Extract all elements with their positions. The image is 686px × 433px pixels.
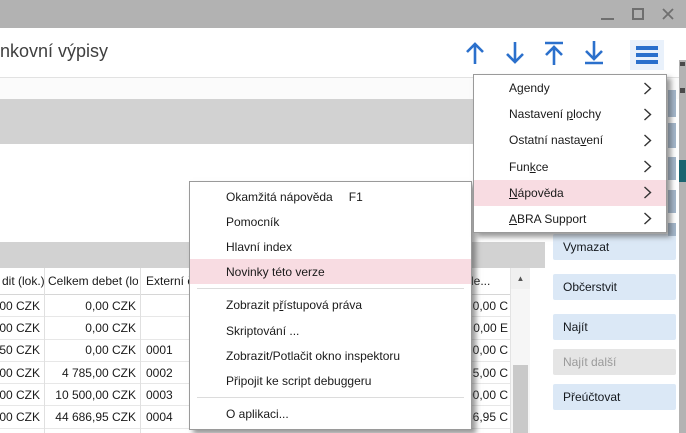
- najit-button[interactable]: Najít: [553, 314, 676, 340]
- minimize-icon[interactable]: [599, 6, 616, 23]
- menu-separator: [190, 393, 471, 402]
- window-titlebar: [0, 0, 686, 28]
- edge-teal-marker: [679, 160, 686, 182]
- menu-item-zobrazit-pristupova-prava[interactable]: Zobrazit přístupová práva: [190, 293, 471, 318]
- column-header[interactable]: dit (lok.): [2, 268, 44, 294]
- menu-item-funkce[interactable]: Funkce: [474, 154, 666, 180]
- cell-debit: 10 500,00 CZK: [44, 384, 136, 405]
- menu-item-okamzita-napoveda[interactable]: Okamžitá nápověda F1: [190, 184, 471, 209]
- arrow-down-icon[interactable]: [502, 39, 528, 67]
- menu-item-skriptovani[interactable]: Skriptování ...: [190, 318, 471, 343]
- hidden-button-edge: [668, 157, 676, 180]
- cell-credit: 00 CZK: [0, 317, 40, 338]
- cell-credit: 00 CZK: [0, 406, 40, 427]
- scrollbar-thumb[interactable]: [513, 365, 528, 433]
- arrow-to-top-icon[interactable]: [541, 39, 567, 67]
- window-edge-strip: [679, 60, 686, 433]
- hidden-button-edge: [668, 223, 676, 236]
- preuctovat-button[interactable]: Přeúčtovat: [553, 384, 676, 410]
- cell-debit: 0,00 CZK: [44, 295, 136, 316]
- shortcut-label: F1: [349, 190, 363, 204]
- menu-item-abra-support[interactable]: ABRA Support: [474, 206, 666, 232]
- main-dropdown-menu: Agendy Nastavení plochy Ostatní nastaven…: [473, 74, 667, 233]
- table-scrollbar[interactable]: ▲: [510, 268, 530, 433]
- app-window: nkovní výpisy dit (lok.) Celkem debet (l…: [0, 0, 686, 433]
- hidden-button-edge: [668, 190, 676, 213]
- window-controls: [599, 0, 676, 28]
- menu-icon[interactable]: [630, 40, 664, 70]
- hidden-button-edge: [668, 123, 676, 148]
- chevron-right-icon: [643, 134, 652, 147]
- cell-credit: 00 CZK: [0, 295, 40, 316]
- collapsed-panel-band: [0, 99, 545, 144]
- menu-item-pomocnik[interactable]: Pomocník: [190, 209, 471, 234]
- menu-item-agendy[interactable]: Agendy: [474, 75, 666, 101]
- maximize-icon[interactable]: [629, 6, 646, 23]
- chevron-right-icon: [643, 108, 652, 121]
- edge-mark: [680, 88, 685, 93]
- chevron-right-icon: [643, 212, 652, 225]
- menu-item-napoveda[interactable]: Nápověda: [474, 180, 666, 206]
- menu-item-nastaveni-plochy[interactable]: Nastavení plochy: [474, 101, 666, 127]
- menu-item-hlavni-index[interactable]: Hlavní index: [190, 234, 471, 259]
- chevron-right-icon: [643, 160, 652, 173]
- napoveda-submenu: Okamžitá nápověda F1 Pomocník Hlavní ind…: [189, 181, 472, 430]
- cell-credit: 00 CZK: [0, 362, 40, 383]
- chevron-right-icon: [643, 186, 652, 199]
- vymazat-button[interactable]: Vymazat: [553, 234, 676, 260]
- edge-mark: [680, 62, 685, 66]
- obcerstvit-button[interactable]: Občerstvit: [553, 274, 676, 300]
- cell-debit: 0,00 CZK: [44, 340, 136, 361]
- menu-separator: [190, 284, 471, 293]
- menu-item-ostatni-nastaveni[interactable]: Ostatní nastavení: [474, 127, 666, 153]
- toolbar: nkovní výpisy: [0, 28, 686, 77]
- menu-item-pripojit-ke-script-debuggeru[interactable]: Připojit ke script debuggeru: [190, 368, 471, 393]
- arrow-up-icon[interactable]: [462, 39, 488, 67]
- hidden-button-edge: [668, 90, 676, 117]
- page-title: nkovní výpisy: [0, 41, 108, 62]
- cell-debit: 4 785,00 CZK: [44, 362, 136, 383]
- menu-item-zobrazit-potlacit-okno-inspektoru[interactable]: Zobrazit/Potlačit okno inspektoru: [190, 343, 471, 368]
- column-header[interactable]: de...: [467, 268, 510, 294]
- cell-debit: 44 686,95 CZK: [44, 406, 136, 427]
- arrow-to-bottom-icon[interactable]: [581, 39, 607, 67]
- scrollbar-up-icon[interactable]: ▲: [511, 268, 530, 289]
- menu-item-o-aplikaci[interactable]: O aplikaci...: [190, 402, 471, 427]
- menu-item-novinky-teto-verze[interactable]: Novinky této verze: [190, 259, 471, 284]
- column-divider: [44, 268, 45, 433]
- cell-credit: 50 CZK: [0, 340, 40, 361]
- column-header[interactable]: Celkem debet (lo...: [48, 268, 138, 294]
- column-divider: [140, 268, 141, 433]
- close-icon[interactable]: [659, 6, 676, 23]
- cell-debit: 0,00 CZK: [44, 317, 136, 338]
- chevron-right-icon: [643, 82, 652, 95]
- cell-credit: 00 CZK: [0, 384, 40, 405]
- najit-dalsi-button: Najít další: [553, 349, 676, 375]
